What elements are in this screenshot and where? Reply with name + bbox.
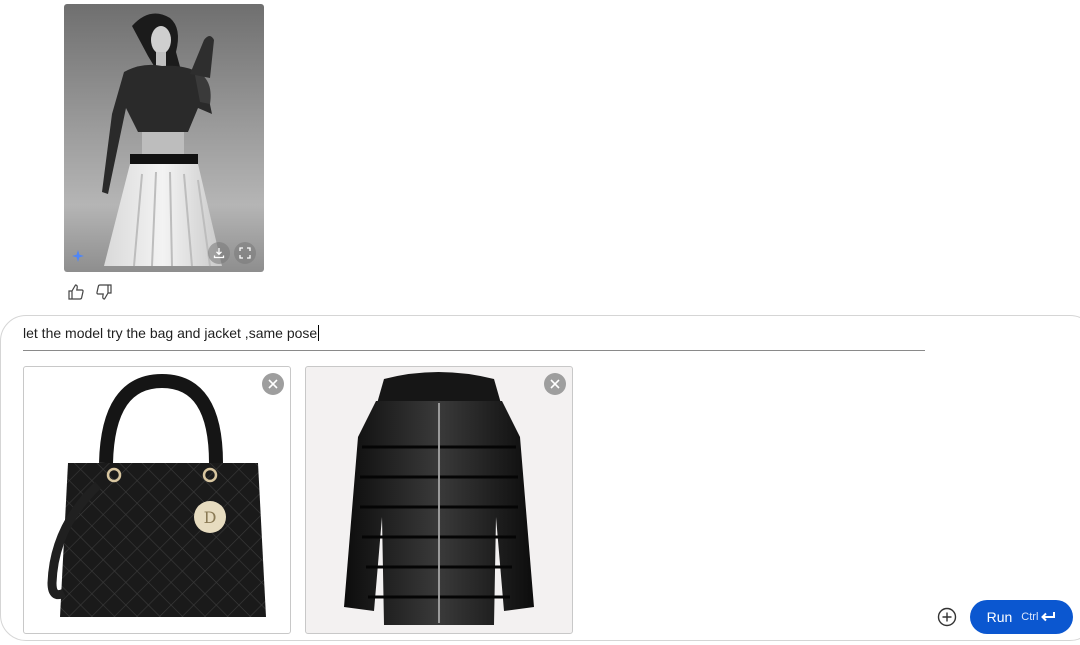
prompt-text: let the model try the bag and jacket ,sa…	[23, 325, 318, 341]
run-shortcut: Ctrl	[1021, 611, 1056, 623]
attachment-bag[interactable]: D	[23, 366, 291, 634]
run-button[interactable]: Run Ctrl	[970, 600, 1073, 634]
add-circle-icon	[937, 607, 957, 627]
response-feedback	[66, 282, 114, 302]
text-caret	[318, 325, 320, 341]
download-button[interactable]	[208, 242, 230, 264]
prompt-input[interactable]: let the model try the bag and jacket ,sa…	[23, 324, 320, 342]
remove-attachment-button[interactable]	[544, 373, 566, 395]
fullscreen-button[interactable]	[234, 242, 256, 264]
run-label: Run	[986, 609, 1013, 625]
close-icon	[268, 379, 278, 389]
chat-page: let the model try the bag and jacket ,sa…	[0, 0, 1080, 645]
shortcut-label: Ctrl	[1021, 611, 1039, 623]
fullscreen-icon	[239, 247, 251, 259]
sparkle-icon	[72, 250, 84, 262]
jacket-image	[344, 372, 534, 625]
thumbs-up-button[interactable]	[66, 282, 86, 302]
enter-icon	[1041, 612, 1056, 622]
close-icon	[550, 379, 560, 389]
model-photo	[102, 13, 222, 267]
thumbs-down-button[interactable]	[94, 282, 114, 302]
remove-attachment-button[interactable]	[262, 373, 284, 395]
download-icon	[213, 248, 225, 259]
prompt-divider	[23, 350, 925, 351]
generated-image[interactable]	[64, 4, 264, 272]
handbag-image: D	[47, 373, 266, 617]
add-attachment-button[interactable]	[937, 607, 957, 627]
thumbs-down-icon	[96, 284, 112, 300]
attachment-jacket[interactable]	[305, 366, 573, 634]
thumbs-up-icon	[68, 284, 84, 300]
charm-letters: D	[204, 508, 217, 527]
